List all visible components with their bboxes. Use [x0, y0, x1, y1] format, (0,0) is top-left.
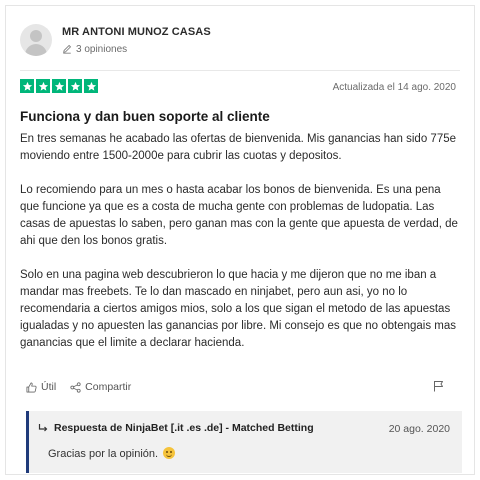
- star-icon: [36, 79, 50, 93]
- pencil-icon: [63, 44, 72, 54]
- reviewer-header: MR ANTONI MUNOZ CASAS 3 opiniones: [20, 20, 211, 60]
- review-title[interactable]: Funciona y dan buen soporte al cliente: [20, 109, 270, 124]
- review-paragraph: En tres semanas he acabado las ofertas d…: [20, 133, 457, 162]
- divider: [20, 70, 460, 71]
- reply-arrow-icon: [38, 424, 48, 432]
- reply-header: Respuesta de NinjaBet [.it .es .de] - Ma…: [38, 422, 314, 434]
- review-date: Actualizada el 14 ago. 2020: [332, 82, 456, 93]
- review-card: MR ANTONI MUNOZ CASAS 3 opiniones Actual…: [5, 5, 475, 475]
- company-reply: Respuesta de NinjaBet [.it .es .de] - Ma…: [26, 411, 462, 473]
- share-label: Compartir: [85, 381, 132, 393]
- reviewer-name[interactable]: MR ANTONI MUNOZ CASAS: [62, 26, 211, 38]
- reply-author: Respuesta de NinjaBet [.it .es .de] - Ma…: [54, 422, 314, 434]
- smiley-emoji: [163, 447, 176, 459]
- review-paragraph: Solo en una pagina web descubrieron lo q…: [20, 269, 457, 349]
- share-icon: [70, 381, 81, 393]
- star-icon: [52, 79, 66, 93]
- avatar-body: [25, 44, 47, 56]
- reply-date: 20 ago. 2020: [388, 423, 450, 435]
- star-icon: [20, 79, 34, 93]
- share-button[interactable]: Compartir: [70, 381, 131, 393]
- reviewer-info: MR ANTONI MUNOZ CASAS 3 opiniones: [62, 26, 211, 55]
- review-body: En tres semanas he acabado las ofertas d…: [20, 131, 462, 369]
- reply-text: Gracias por la opinión.: [48, 448, 159, 460]
- useful-label: Útil: [41, 381, 57, 393]
- reply-text-row: Gracias por la opinión.: [48, 447, 176, 460]
- star-icon: [68, 79, 82, 93]
- reviews-count-label: 3 opiniones: [76, 43, 128, 55]
- review-actions: Útil Compartir: [26, 381, 145, 393]
- useful-button[interactable]: Útil: [26, 381, 56, 393]
- flag-icon[interactable]: [433, 380, 444, 392]
- reviewer-reviews-count: 3 opiniones: [62, 44, 211, 55]
- star-rating: [20, 79, 98, 93]
- star-icon: [84, 79, 98, 93]
- thumbs-up-icon: [26, 382, 37, 392]
- avatar-head: [30, 30, 42, 42]
- avatar[interactable]: [20, 24, 52, 56]
- review-paragraph: Lo recomiendo para un mes o hasta acabar…: [20, 184, 458, 247]
